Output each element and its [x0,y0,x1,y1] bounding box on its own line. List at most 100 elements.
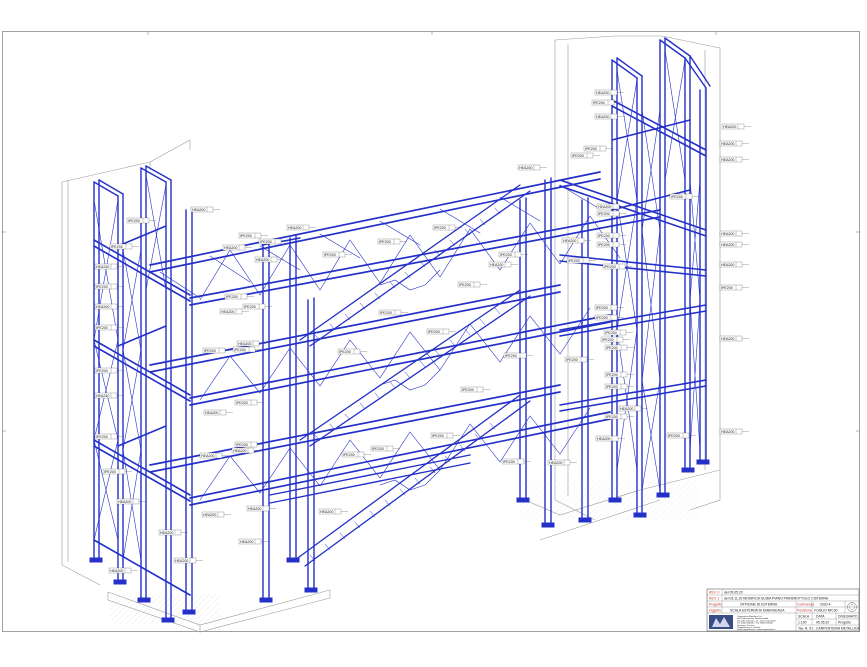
member-label-text: IPE200 [721,286,733,290]
member-label: HEA200 [219,308,249,315]
member-label: HEA200 [721,123,751,130]
member-label: IPE200 [242,303,272,310]
member-label-text: IPE200 [204,349,216,353]
member-label-text: IPE200 [240,234,252,238]
grid-value-scala: 1:100 [798,621,807,625]
member-label: IPE200 [594,304,624,311]
member-label: IPE200 [604,371,634,378]
member-label-text: HEA200 [721,232,734,236]
member-label-text: IPE200 [606,346,618,350]
member-label: HEA200 [488,261,518,268]
member-label-text: IPE200 [671,195,683,199]
member-label-text: IPE200 [339,350,351,354]
member-label: HEA200 [203,409,233,416]
member-label-text: IPE200 [128,219,140,223]
grid-header-scala: SCALA [798,615,810,619]
member-label: HEA200 [719,140,749,147]
member-label: IPE200 [234,399,264,406]
posizione-label: Posizione [797,609,812,613]
member-label: HEA200 [594,89,624,96]
member-label-text: HEA200 [233,449,246,453]
member-label: IPE200 [341,451,371,458]
member-label-text: IPE200 [604,265,616,269]
member-label-text: IPE200 [234,348,246,352]
member-label: HEA200 [618,405,648,412]
member-label-text: HEA200 [620,407,633,411]
member-label-text: IPE200 [606,385,618,389]
member-label-text: HEA200 [201,454,214,458]
oggetto-label: Oggetto [709,609,721,613]
member-label: IPE200 [370,445,400,452]
member-label: HEA200 [201,511,231,518]
member-label-text: IPE200 [380,311,392,315]
member-label: IPE200 [564,356,594,363]
member-label: HEA200 [94,303,124,310]
member-label: IPE200 [719,284,749,291]
member-label-text: IPE200 [96,369,108,373]
member-label-text: HEA200 [320,510,333,514]
member-label: IPE200 [498,251,528,258]
member-label: IPE200 [600,336,630,343]
middle-columns [262,177,552,601]
member-label-text: HEA200 [224,246,237,250]
member-label: IPE200 [378,309,408,316]
member-label-text: IPE200 [96,435,108,439]
member-label-text: HEA200 [597,437,610,441]
member-label: IPE200 [109,243,139,250]
member-label: HEA200 [318,508,348,515]
member-label-text: IPE200 [372,447,384,451]
member-label-text: IPE200 [593,101,605,105]
member-label-text: HEA200 [248,507,261,511]
member-label: IPE200 [457,281,487,288]
member-label: HEA200 [517,164,547,171]
member-label-text: IPE200 [500,253,512,257]
member-label: IPE200 [102,468,132,475]
member-label: IPE200 [604,344,634,351]
member-label: HEA200 [561,237,591,244]
grid-header-data: DATA [816,615,825,619]
member-label-text: HEA200 [175,559,188,563]
member-label-text: HEA200 [596,91,609,95]
member-label-text: IPE200 [96,326,108,330]
member-label: HEA200 [108,567,138,574]
member-label-text: IPE200 [503,460,515,464]
member-label: IPE200 [224,293,254,300]
member-label-text: HEA240 [96,394,109,398]
member-label: HEA200 [158,529,188,536]
member-label: IPE200 [94,367,124,374]
member-label-text: IPE200 [432,434,444,438]
member-label: IPE200 [666,432,696,439]
member-label-text: IPE200 [459,283,471,287]
member-label-text: HEA200 [238,342,251,346]
member-label-text: IPE200 [226,295,238,299]
bottom-row: Tav. N. 01 - CARPENTERIA METALLICA [798,627,860,631]
member-label: HEA200 [173,557,203,564]
rev-1-label: REV. 1 [709,597,720,601]
member-label-text: HEA200 [721,142,734,146]
member-label-text: HEA200 [598,205,611,209]
member-label: HEA200 [246,505,276,512]
member-label-text: HEA200 [721,337,734,341]
grid-value-disegnato: Progetto [838,621,851,625]
right-tower-columns [581,37,711,521]
member-label-text: IPE200 [96,285,108,289]
member-label-text: HEA200 [118,500,131,504]
member-label: HEA200 [547,459,577,466]
member-label: HEA200 [222,244,252,251]
progetto-label: Progetto [709,603,722,607]
member-label-text: HEA200 [205,411,218,415]
rev-1-text: del 03.11.20 MODIFICA GUIDA PIANO PIANER… [724,597,829,601]
member-label-text: HEA200 [192,208,205,212]
member-label-text: IPE200 [505,354,517,358]
member-label-text: HEA200 [723,125,736,129]
member-label-text: IPE200 [606,373,618,377]
member-label: IPE200 [377,238,407,245]
member-label: IPE200 [460,386,490,393]
member-label-text: IPE200 [244,305,256,309]
member-label: IPE200 [604,383,634,390]
member-label: IPE200 [596,210,626,217]
member-label-text: HEA200 [96,305,109,309]
member-label: IPE200 [426,328,456,335]
member-label: HEA200 [719,156,749,163]
member-label: IPE200 [503,352,533,359]
